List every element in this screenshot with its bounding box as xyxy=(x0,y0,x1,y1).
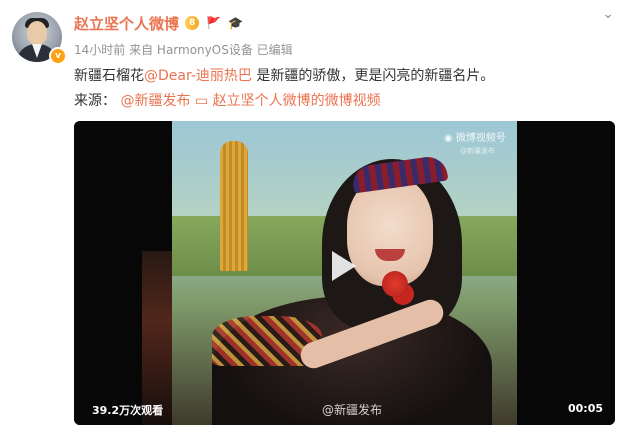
thumbnail-flower xyxy=(382,271,408,297)
video-player[interactable]: ◉ 微博视频号 @新疆发布 39.2万次观看 @新疆发布 00:05 xyxy=(74,121,615,425)
play-icon[interactable] xyxy=(328,251,358,281)
level-badge[interactable]: 8 xyxy=(185,16,200,30)
watermark-top-sub: @新疆发布 xyxy=(460,147,495,155)
video-watermark-bottom: @新疆发布 xyxy=(322,403,383,417)
post-source: 来自 HarmonyOS设备 xyxy=(129,43,253,57)
weibo-logo-icon: ◉ xyxy=(444,133,453,144)
chevron-down-icon[interactable]: ⌄ xyxy=(602,6,614,22)
source-mention-link[interactable]: @新疆发布 xyxy=(120,93,190,109)
verified-badge-icon: v xyxy=(49,47,67,65)
source-row: 来源： @新疆发布 ▭ 赵立坚个人微博的微博视频 xyxy=(74,91,381,111)
post-text-after: 是新疆的骄傲，更是闪亮的新疆名片。 xyxy=(251,68,495,84)
post-text-before: 新疆石榴花 xyxy=(74,68,144,84)
video-duration: 00:05 xyxy=(567,402,603,415)
post-text: 新疆石榴花@Dear-迪丽热巴 是新疆的骄傲，更是闪亮的新疆名片。 xyxy=(74,66,494,86)
post-meta: 14小时前 来自 HarmonyOS设备 已编辑 xyxy=(74,41,293,58)
avatar-face xyxy=(27,21,47,45)
author-row: 赵立坚个人微博 8 🚩 🎓 xyxy=(74,12,243,34)
video-icon[interactable]: ▭ xyxy=(195,93,208,109)
video-edge-glimpse xyxy=(142,251,172,425)
video-letterbox-left xyxy=(74,121,172,425)
red-flag-icon[interactable]: 🚩 xyxy=(206,16,221,30)
view-count: 39.2万次观看 xyxy=(92,404,164,417)
post-edited[interactable]: 已编辑 xyxy=(257,43,293,57)
post-time[interactable]: 14小时前 xyxy=(74,43,125,57)
thumbnail-tassel xyxy=(220,141,248,271)
watermark-top-label: 微博视频号 xyxy=(455,133,506,144)
video-letterbox-right xyxy=(517,121,615,425)
graduation-cap-icon[interactable]: 🎓 xyxy=(228,16,243,30)
video-link[interactable]: 赵立坚个人微博的微博视频 xyxy=(213,93,381,109)
video-watermark-top: ◉ 微博视频号 @新疆发布 xyxy=(444,133,506,157)
source-label: 来源： xyxy=(74,93,116,109)
mention-link[interactable]: @Dear-迪丽热巴 xyxy=(144,68,252,84)
author-name[interactable]: 赵立坚个人微博 xyxy=(74,13,179,34)
